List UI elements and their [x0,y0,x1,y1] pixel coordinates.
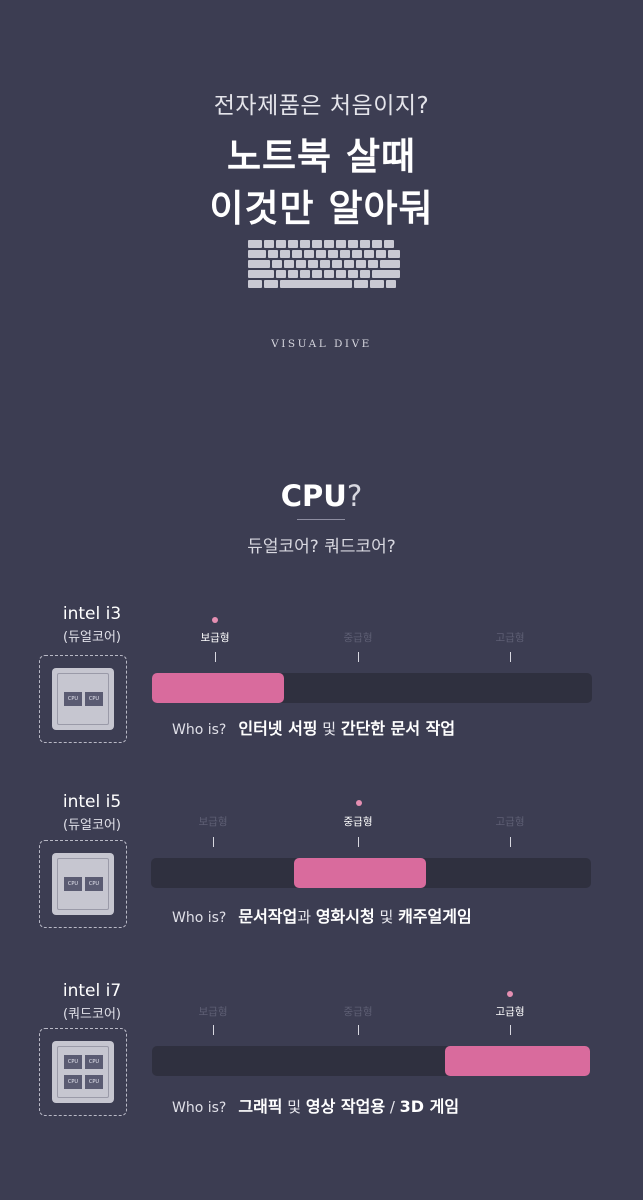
cpu-core-type: (쿼드코어) [63,1007,121,1022]
who-is-text: 인터넷 서핑 [238,719,318,738]
section-title: CPU? [0,479,643,513]
who-is-lead: Who is? [172,910,227,926]
header-title-line1: 노트북 살때 [226,135,417,178]
tier-label-basic: 보급형 [198,1006,228,1018]
who-is-text: 및 [374,908,399,926]
tier-label-mid: 중급형 [343,632,373,644]
tier-label-high: 고급형 [495,816,525,828]
tier-tick [213,1025,214,1035]
who-is-text: 간단한 [340,719,391,738]
cpu-core-label: CPU [85,692,103,706]
tier-label-mid: 중급형 [343,816,373,828]
tier-tick [358,1025,359,1035]
who-is-text: 과 [297,908,316,926]
section-title-text: CPU [280,479,347,513]
cpu-core-label: CPU [64,1055,82,1069]
cpu-name: intel i7 [62,981,122,1001]
who-is-text: 및 [317,720,341,738]
who-is-text: 문서 작업 [390,719,456,738]
cpu-core-label: CPU [85,1075,103,1089]
cpu-core-label: CPU [85,877,103,891]
performance-bar-fill [294,858,426,888]
cpu-name: intel i5 [62,792,122,812]
cpu-core-label: CPU [64,692,82,706]
cpu-core-label: CPU [64,877,82,891]
cpu-chip-icon: CPU CPU CPU CPU [39,1028,127,1116]
performance-bar-fill [445,1046,590,1076]
tier-label-basic: 보급형 [198,816,228,828]
who-is-line: Who is? 인터넷 서핑 및 간단한 문서 작업 [172,715,455,739]
tier-tick [358,652,359,662]
performance-bar-track [152,1046,590,1076]
who-is-text: 영화시청 [315,907,375,926]
who-is-text: 문서작업 [238,907,298,926]
who-is-line: Who is? 문서작업과 영화시청 및 캐주얼게임 [172,903,472,927]
tier-tick [358,837,359,847]
brand-label: VISUAL DIVE [271,338,372,350]
cpu-core-label: CPU [85,1055,103,1069]
who-is-text: 그래픽 [238,1097,283,1116]
header-title-line2: 이것만 알아둬 [209,187,434,230]
tier-label-high: 고급형 [495,1006,525,1018]
active-tier-dot [212,617,218,623]
tier-tick [213,837,214,847]
tier-tick [510,652,511,662]
cpu-chip-icon: CPU CPU [39,840,127,928]
cpu-core-type: (듀얼코어) [63,630,121,645]
cpu-chip-icon: CPU CPU [39,655,127,743]
who-is-text: 캐주얼게임 [398,907,472,926]
section-subtitle: 듀얼코어? 쿼드코어? [247,537,396,557]
keyboard-icon [248,240,400,294]
who-is-text: 3D 게임 [399,1097,460,1116]
section-title-mark: ? [346,479,363,513]
tier-tick [510,837,511,847]
performance-bar-fill [152,673,284,703]
tier-label-basic: 보급형 [200,632,230,644]
tier-tick [510,1025,511,1035]
who-is-lead: Who is? [172,722,227,738]
who-is-text: 및 [282,1098,306,1116]
who-is-line: Who is? 그래픽 및 영상 작업용 / 3D 게임 [172,1093,459,1117]
tier-tick [215,652,216,662]
performance-bar-track [151,858,591,888]
performance-bar-track [152,673,592,703]
active-tier-dot [507,991,513,997]
who-is-lead: Who is? [172,1100,227,1116]
cpu-name: intel i3 [62,604,122,624]
section-divider [297,519,345,520]
who-is-text: / [385,1098,400,1116]
tier-label-high: 고급형 [495,632,525,644]
cpu-core-type: (듀얼코어) [63,818,121,833]
cpu-core-label: CPU [64,1075,82,1089]
header-subtitle: 전자제품은 처음이지? [213,93,430,119]
who-is-text: 영상 작업용 [305,1097,386,1116]
tier-label-mid: 중급형 [343,1006,373,1018]
active-tier-dot [356,800,362,806]
